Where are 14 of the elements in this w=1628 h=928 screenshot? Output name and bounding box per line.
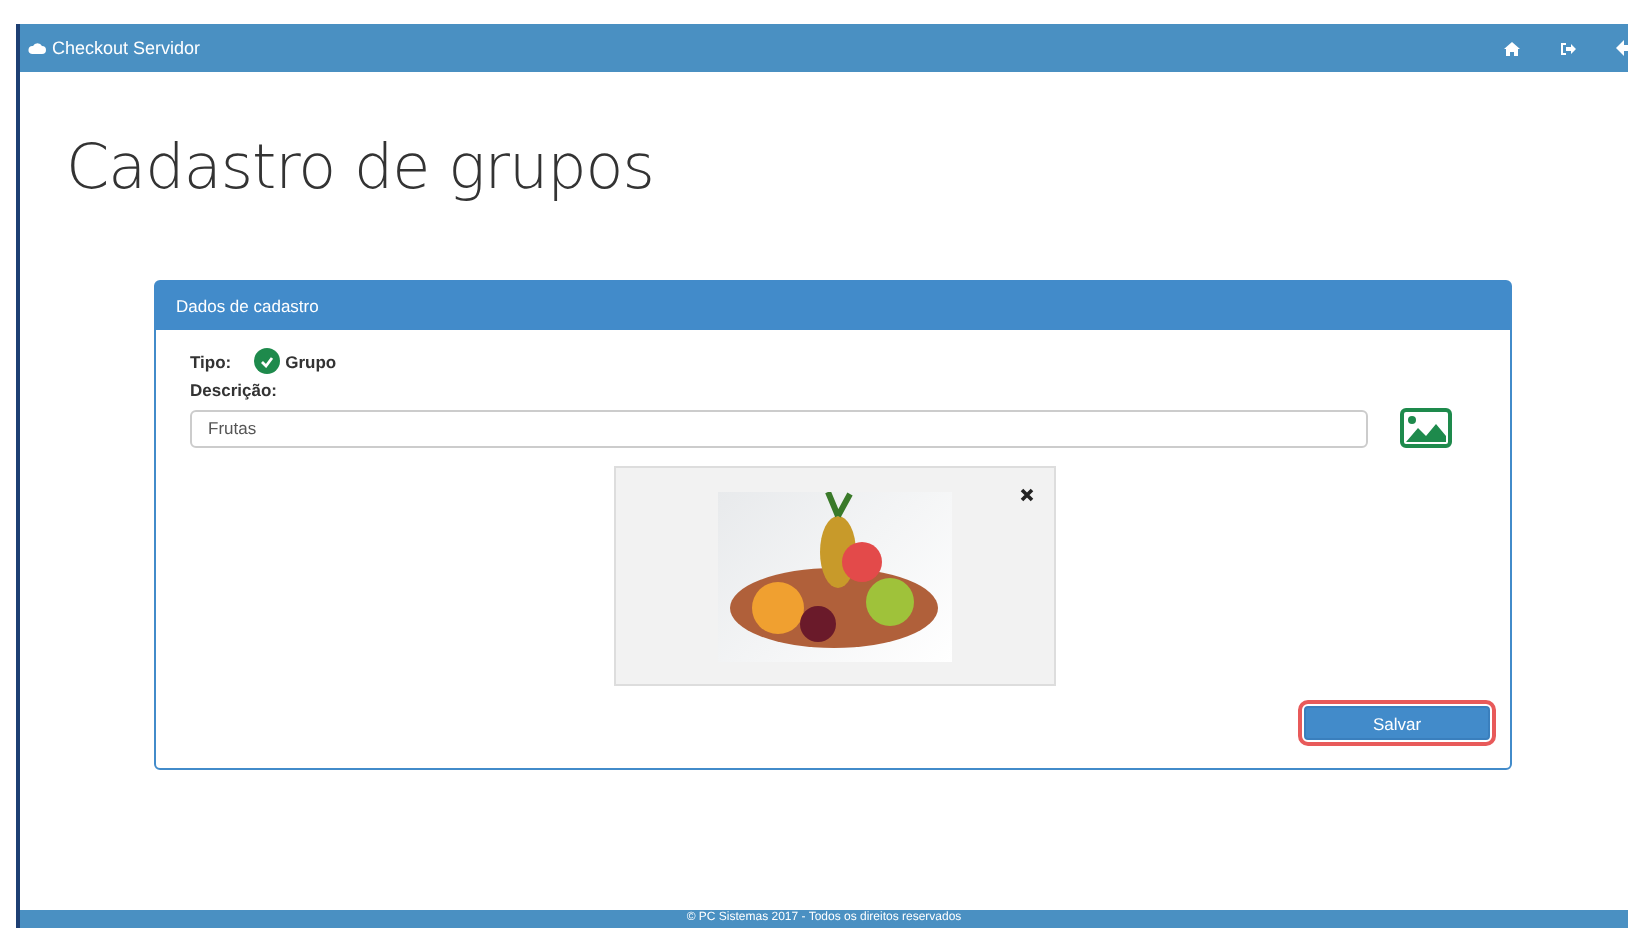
descricao-label: Descrição:	[190, 380, 277, 400]
home-icon[interactable]	[1504, 41, 1520, 55]
save-button[interactable]: Salvar	[1304, 706, 1490, 740]
logout-icon[interactable]	[1560, 41, 1576, 55]
back-arrow-icon[interactable]	[1616, 40, 1628, 56]
close-button[interactable]	[1020, 488, 1034, 502]
cloud-icon	[28, 42, 46, 54]
descricao-field[interactable]: Frutas	[190, 409, 1368, 447]
tipo-label: Tipo:	[190, 351, 232, 371]
brand-text: Checkout Servidor	[52, 38, 201, 58]
panel-title: Dados de cadastro	[176, 296, 319, 316]
tipo-value: Grupo	[285, 351, 337, 371]
image-icon[interactable]	[1400, 408, 1452, 448]
page-title: Cadastro de grupos	[66, 132, 654, 204]
